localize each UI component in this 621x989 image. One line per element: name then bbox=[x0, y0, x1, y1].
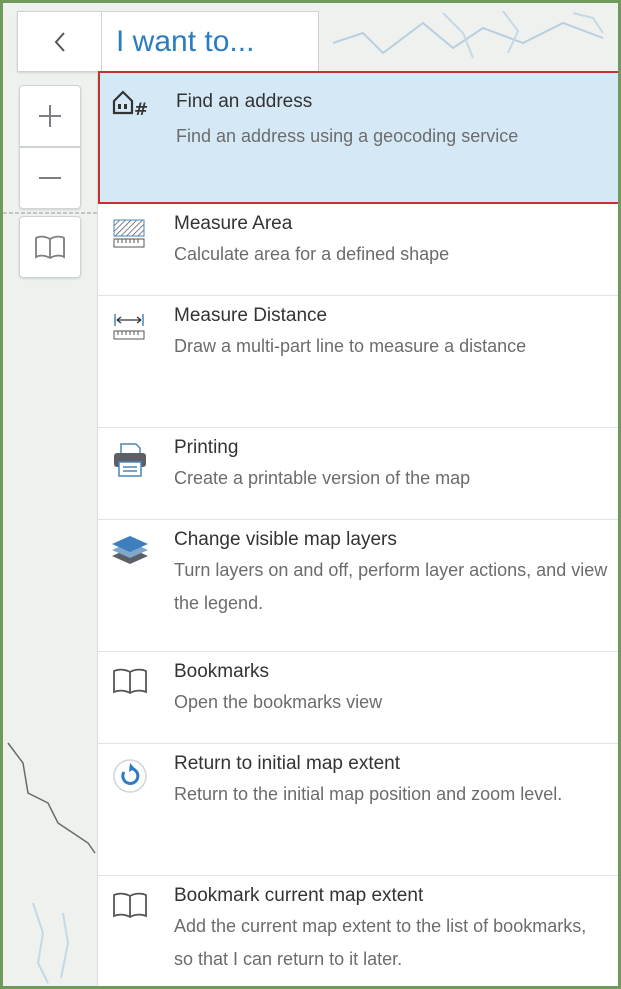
menu-item-title: Return to initial map extent bbox=[174, 753, 401, 774]
map-window: I want to... # Find an address Find an a… bbox=[3, 3, 618, 986]
menu-item-description: Create a printable version of the map bbox=[174, 468, 471, 488]
menu-item-description: Open the bookmarks view bbox=[174, 692, 383, 712]
svg-text:#: # bbox=[134, 100, 148, 120]
printer-icon bbox=[110, 442, 150, 482]
return-extent-icon bbox=[110, 758, 150, 798]
zoom-out-button[interactable] bbox=[19, 147, 81, 209]
menu-item-title: Change visible map layers bbox=[174, 529, 397, 550]
menu-item-title: Bookmarks bbox=[174, 661, 270, 682]
menu-item-description: Turn layers on and off, perform layer ac… bbox=[174, 560, 608, 613]
menu-item-description: Draw a multi-part line to measure a dist… bbox=[174, 336, 527, 356]
tab-i-want-to[interactable]: I want to... bbox=[101, 11, 319, 72]
menu-item-bookmark-current-extent[interactable]: Bookmark current map extent Add the curr… bbox=[98, 876, 618, 986]
menu-item-initial-extent[interactable]: Return to initial map extent Return to t… bbox=[98, 744, 618, 876]
zoom-controls bbox=[19, 85, 81, 209]
menu-item-measure-distance[interactable]: Measure Distance Draw a multi-part line … bbox=[98, 296, 618, 428]
find-address-icon: # bbox=[112, 87, 152, 127]
menu-item-description: Calculate area for a defined shape bbox=[174, 244, 450, 264]
menu-item-title: Measure Distance bbox=[174, 305, 328, 326]
zoom-in-button[interactable] bbox=[19, 85, 81, 147]
menu-item-bookmarks[interactable]: Bookmarks Open the bookmarks view bbox=[98, 652, 618, 744]
menu-item-title: Find an address bbox=[176, 91, 313, 112]
menu-item-title: Printing bbox=[174, 437, 239, 458]
plus-icon bbox=[39, 105, 61, 127]
measure-area-icon bbox=[110, 218, 150, 258]
book-icon bbox=[35, 235, 65, 260]
menu-item-title: Bookmark current map extent bbox=[174, 885, 424, 906]
chevron-left-icon bbox=[54, 31, 65, 52]
bookmarks-map-button[interactable] bbox=[19, 216, 81, 278]
book-icon bbox=[110, 666, 150, 706]
menu-item-map-layers[interactable]: Change visible map layers Turn layers on… bbox=[98, 520, 618, 652]
i-want-to-menu: # Find an address Find an address using … bbox=[97, 71, 618, 986]
menu-item-find-address[interactable]: # Find an address Find an address using … bbox=[98, 71, 618, 204]
layers-icon bbox=[110, 534, 150, 574]
book-icon bbox=[110, 890, 150, 930]
menu-item-measure-area[interactable]: Measure Area Calculate area for a define… bbox=[98, 204, 618, 296]
measure-distance-icon bbox=[110, 310, 150, 350]
menu-item-printing[interactable]: Printing Create a printable version of t… bbox=[98, 428, 618, 520]
menu-item-description: Find an address using a geocoding servic… bbox=[176, 126, 519, 146]
menu-item-title: Measure Area bbox=[174, 213, 293, 234]
menu-item-description: Add the current map extent to the list o… bbox=[174, 916, 587, 969]
back-button[interactable] bbox=[17, 11, 102, 72]
menu-item-description: Return to the initial map position and z… bbox=[174, 784, 563, 804]
tab-title: I want to... bbox=[116, 25, 255, 58]
minus-icon bbox=[39, 177, 61, 179]
